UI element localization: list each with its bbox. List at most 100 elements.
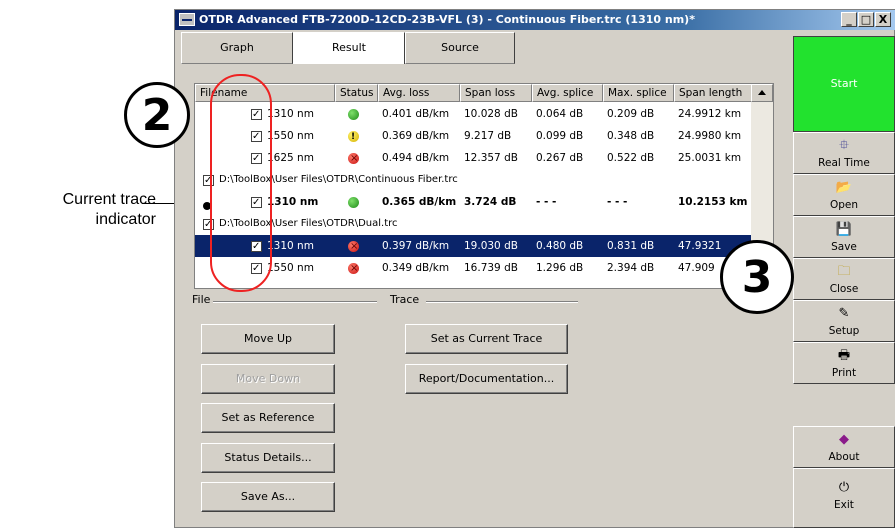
window-title: OTDR Advanced FTB-7200D-12CD-23B-VFL (3)… bbox=[199, 13, 695, 26]
print-label: Print bbox=[831, 367, 857, 379]
wavelength: 1310 nm bbox=[267, 108, 314, 120]
trace-group-label: Trace bbox=[387, 293, 423, 306]
real-time-label: Real Time bbox=[818, 157, 870, 169]
start-button[interactable]: Start bbox=[793, 36, 895, 132]
real-time-button[interactable]: ⯐ Real Time bbox=[793, 132, 895, 174]
avg-loss-value: 0.349 dB/km bbox=[382, 262, 450, 274]
save-icon: 💾 bbox=[835, 222, 853, 237]
wavelength: 1310 nm bbox=[267, 196, 319, 208]
maximize-button[interactable]: □ bbox=[858, 12, 874, 27]
span-loss-value: 16.739 dB bbox=[464, 262, 518, 274]
col-status[interactable]: Status bbox=[335, 84, 378, 102]
exit-icon: ⏻ bbox=[838, 480, 850, 495]
status-warn-icon bbox=[348, 126, 359, 148]
span-length-value: 25.0031 km bbox=[678, 152, 742, 164]
trace-row[interactable]: 1550 nm 0.369 dB/km 9.217 dB 0.099 dB 0.348 … bbox=[195, 125, 753, 148]
avg-splice-value: 0.064 dB bbox=[536, 108, 584, 120]
checkbox-highlight-ellipse bbox=[210, 74, 272, 292]
col-span-loss[interactable]: Span loss bbox=[460, 84, 532, 102]
trace-row[interactable]: 1310 nm 0.365 dB/km 3.724 dB - - - - - - 10.2… bbox=[195, 191, 753, 214]
avg-splice-value: - - - bbox=[536, 196, 557, 208]
max-splice-value: 0.209 dB bbox=[607, 108, 655, 120]
trace-row[interactable]: 1625 nm 0.494 dB/km 12.357 dB 0.267 dB 0.522… bbox=[195, 147, 753, 170]
current-trace-label: Current trace indicator bbox=[62, 191, 156, 228]
avg-splice-value: 0.480 dB bbox=[536, 240, 584, 252]
avg-loss-value: 0.401 dB/km bbox=[382, 108, 450, 120]
results-list[interactable]: Filename Status Avg. loss Span loss Avg.… bbox=[194, 83, 774, 289]
wavelength: 1625 nm bbox=[267, 152, 314, 164]
col-avg-loss[interactable]: Avg. loss bbox=[378, 84, 460, 102]
max-splice-value: - - - bbox=[607, 196, 628, 208]
max-splice-value: 0.831 dB bbox=[607, 240, 655, 252]
wavelength: 1550 nm bbox=[267, 130, 314, 142]
avg-splice-value: 0.267 dB bbox=[536, 152, 584, 164]
move-down-button[interactable]: Move Down bbox=[201, 364, 335, 394]
about-button[interactable]: ◆ About bbox=[793, 426, 895, 468]
file-row[interactable]: D:\ToolBox\User Files\OTDR\Continuous Fi… bbox=[195, 169, 753, 192]
set-as-current-trace-button[interactable]: Set as Current Trace bbox=[405, 324, 568, 354]
exit-button[interactable]: ⏻ Exit bbox=[793, 468, 895, 528]
open-label: Open bbox=[829, 199, 859, 211]
close-button[interactable]: X bbox=[875, 12, 891, 27]
status-fail-icon bbox=[348, 236, 359, 258]
span-loss-value: 3.724 dB bbox=[464, 196, 517, 208]
status-details-button[interactable]: Status Details... bbox=[201, 443, 335, 473]
tab-result[interactable]: Result bbox=[293, 32, 405, 64]
span-length-value: 47.909 bbox=[678, 262, 715, 274]
save-as-button[interactable]: Save As... bbox=[201, 482, 335, 512]
setup-button[interactable]: ✎ Setup bbox=[793, 300, 895, 342]
max-splice-value: 0.522 dB bbox=[607, 152, 655, 164]
about-label: About bbox=[828, 451, 860, 463]
tab-source[interactable]: Source bbox=[405, 32, 515, 64]
list-header: Filename Status Avg. loss Span loss Avg.… bbox=[195, 84, 773, 102]
set-as-reference-button[interactable]: Set as Reference bbox=[201, 403, 335, 433]
setup-label: Setup bbox=[828, 325, 860, 337]
open-button[interactable]: 📂 Open bbox=[793, 174, 895, 216]
col-avg-splice[interactable]: Avg. splice bbox=[532, 84, 603, 102]
callout-3: 3 bbox=[720, 240, 794, 314]
exit-label: Exit bbox=[834, 499, 854, 511]
span-loss-value: 10.028 dB bbox=[464, 108, 518, 120]
about-icon: ◆ bbox=[839, 432, 849, 447]
span-loss-value: 12.357 dB bbox=[464, 152, 518, 164]
save-label: Save bbox=[831, 241, 857, 253]
close-label: Close bbox=[829, 283, 859, 295]
title-bar[interactable]: OTDR Advanced FTB-7200D-12CD-23B-VFL (3)… bbox=[175, 10, 895, 30]
trace-row[interactable]: 1550 nm 0.349 dB/km 16.739 dB 1.296 dB 2.394… bbox=[195, 257, 753, 280]
minimize-button[interactable]: _ bbox=[841, 12, 857, 27]
max-splice-value: 2.394 dB bbox=[607, 262, 655, 274]
trace-row[interactable]: 1310 nm 0.397 dB/km 19.030 dB 0.480 dB 0.831… bbox=[195, 235, 753, 258]
move-up-button[interactable]: Move Up bbox=[201, 324, 335, 354]
tab-graph[interactable]: Graph bbox=[181, 32, 293, 64]
span-length-value: 47.9321 bbox=[678, 240, 722, 252]
scroll-up-button[interactable] bbox=[751, 84, 773, 102]
folder-icon: 🗀 bbox=[837, 264, 851, 279]
app-icon bbox=[179, 13, 195, 26]
realtime-icon: ⯐ bbox=[839, 138, 849, 153]
trace-row[interactable]: 1310 nm 0.401 dB/km 10.028 dB 0.064 dB 0.209… bbox=[195, 103, 753, 126]
status-ok-icon bbox=[348, 109, 359, 120]
print-icon: 🖶 bbox=[837, 348, 851, 363]
setup-icon: ✎ bbox=[838, 306, 850, 321]
save-button[interactable]: 💾 Save bbox=[793, 216, 895, 258]
report-documentation-button[interactable]: Report/Documentation... bbox=[405, 364, 568, 394]
close-file-button[interactable]: 🗀 Close bbox=[793, 258, 895, 300]
side-toolbar: Start ⯐ Real Time 📂 Open 💾 Save 🗀 Close … bbox=[793, 36, 895, 528]
status-ok-icon bbox=[348, 197, 359, 208]
span-length-value: 24.9980 km bbox=[678, 130, 742, 142]
span-loss-value: 9.217 dB bbox=[464, 130, 512, 142]
col-span-length[interactable]: Span length bbox=[674, 84, 753, 102]
avg-splice-value: 1.296 dB bbox=[536, 262, 584, 274]
avg-splice-value: 0.099 dB bbox=[536, 130, 584, 142]
avg-loss-value: 0.369 dB/km bbox=[382, 130, 450, 142]
open-icon: 📂 bbox=[835, 180, 853, 195]
avg-loss-value: 0.365 dB/km bbox=[382, 196, 457, 208]
span-length-value: 24.9912 km bbox=[678, 108, 742, 120]
span-loss-value: 19.030 dB bbox=[464, 240, 518, 252]
print-button[interactable]: 🖶 Print bbox=[793, 342, 895, 384]
wavelength: 1550 nm bbox=[267, 262, 314, 274]
status-fail-icon bbox=[348, 148, 359, 170]
status-fail-icon bbox=[348, 258, 359, 280]
col-max-splice[interactable]: Max. splice bbox=[603, 84, 674, 102]
file-row[interactable]: D:\ToolBox\User Files\OTDR\Dual.trc bbox=[195, 213, 753, 236]
